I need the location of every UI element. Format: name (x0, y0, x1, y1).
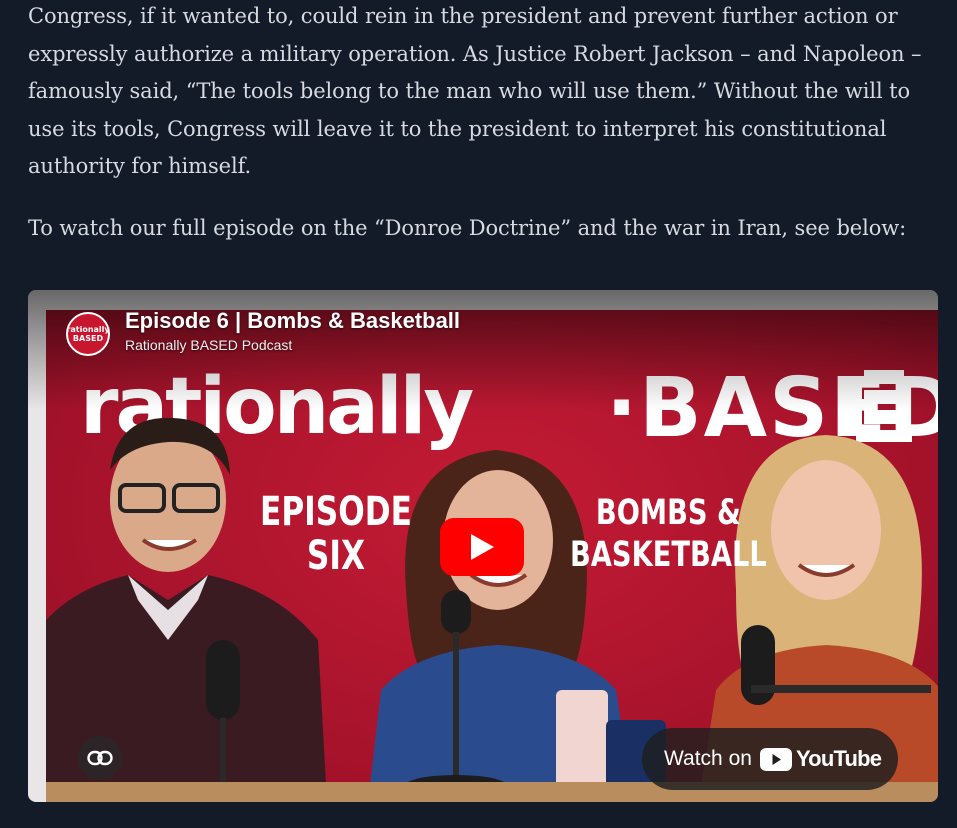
youtube-logo: YouTube (759, 746, 882, 772)
episode-line: SIX (306, 533, 366, 579)
youtube-embed[interactable]: rationally ·BASED (28, 290, 938, 802)
episode-line: EPISODE (260, 489, 413, 535)
watch-on-label: Watch on (664, 747, 752, 770)
play-icon (471, 534, 494, 560)
channel-name[interactable]: Rationally BASED Podcast (125, 337, 292, 353)
play-button[interactable] (440, 518, 524, 576)
article-paragraph: Congress, if it wanted to, could rein in… (28, 4, 922, 178)
link-icon (87, 750, 113, 766)
topic-line: BASKETBALL (570, 535, 767, 575)
channel-avatar[interactable]: rationally BASED (66, 312, 110, 356)
watch-on-youtube-button[interactable]: Watch on YouTube (642, 728, 898, 790)
copy-link-button[interactable] (78, 736, 122, 780)
video-title-link[interactable]: Episode 6 | Bombs & Basketball (125, 308, 460, 334)
thumbnail-episode-label: EPISODE SIX (260, 490, 412, 578)
thumbnail-topic-label: BOMBS & BASKETBALL (570, 492, 767, 576)
youtube-label: YouTube (795, 746, 882, 771)
article-paragraph: To watch our full episode on the “Donroe… (28, 216, 907, 240)
youtube-icon (759, 747, 792, 771)
topic-line: BOMBS & (595, 493, 741, 533)
